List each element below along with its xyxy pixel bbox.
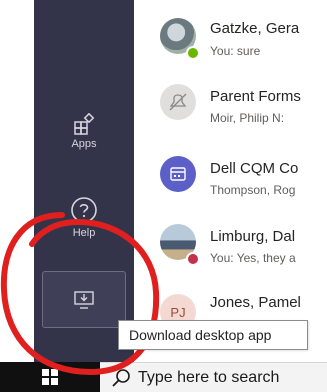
chat-name: Dell CQM Co xyxy=(210,160,299,177)
download-desktop-app-button[interactable] xyxy=(42,271,126,328)
muted-icon xyxy=(169,93,187,111)
apps-label: Apps xyxy=(71,138,97,150)
chat-name: Limburg, Dal xyxy=(210,228,296,245)
help-label: Help xyxy=(72,227,96,239)
windows-icon xyxy=(42,369,58,385)
start-button[interactable] xyxy=(0,362,100,392)
chat-name: Parent Forms xyxy=(210,88,301,105)
chat-item[interactable]: Limburg, Dal You: Yes, they a xyxy=(150,218,327,274)
window-edge xyxy=(0,0,34,362)
chat-preview: Thompson, Rog xyxy=(210,183,296,197)
download-tooltip: Download desktop app xyxy=(118,320,308,350)
chat-list: Gatzke, Gera You: sure Parent Forms Moir… xyxy=(150,0,327,362)
available-status-icon xyxy=(186,46,200,60)
apps-icon xyxy=(74,113,95,135)
avatar xyxy=(160,156,196,192)
chat-item[interactable]: Parent Forms Moir, Philip N: xyxy=(150,78,327,134)
search-placeholder: Type here to search xyxy=(138,369,280,386)
calendar-icon xyxy=(170,167,186,181)
busy-status-icon xyxy=(186,252,200,266)
chat-preview: You: sure xyxy=(210,44,261,58)
taskbar-search-input[interactable]: Type here to search xyxy=(100,362,327,392)
chat-item[interactable]: Dell CQM Co Thompson, Rog xyxy=(150,150,327,206)
apps-button[interactable]: Apps xyxy=(34,113,134,150)
chat-preview: You: Yes, they a xyxy=(210,251,296,265)
chat-item[interactable]: Gatzke, Gera You: sure xyxy=(150,12,327,68)
app-rail: Apps Help xyxy=(34,0,134,362)
help-icon xyxy=(71,197,97,223)
help-button[interactable]: Help xyxy=(34,196,134,239)
avatar xyxy=(160,84,196,120)
chat-name: Jones, Pamel xyxy=(210,294,301,311)
chat-name: Gatzke, Gera xyxy=(210,20,300,37)
taskbar: Type here to search xyxy=(0,362,327,392)
search-icon xyxy=(112,369,130,387)
chat-preview: Moir, Philip N: xyxy=(210,111,285,125)
download-icon xyxy=(74,290,94,309)
